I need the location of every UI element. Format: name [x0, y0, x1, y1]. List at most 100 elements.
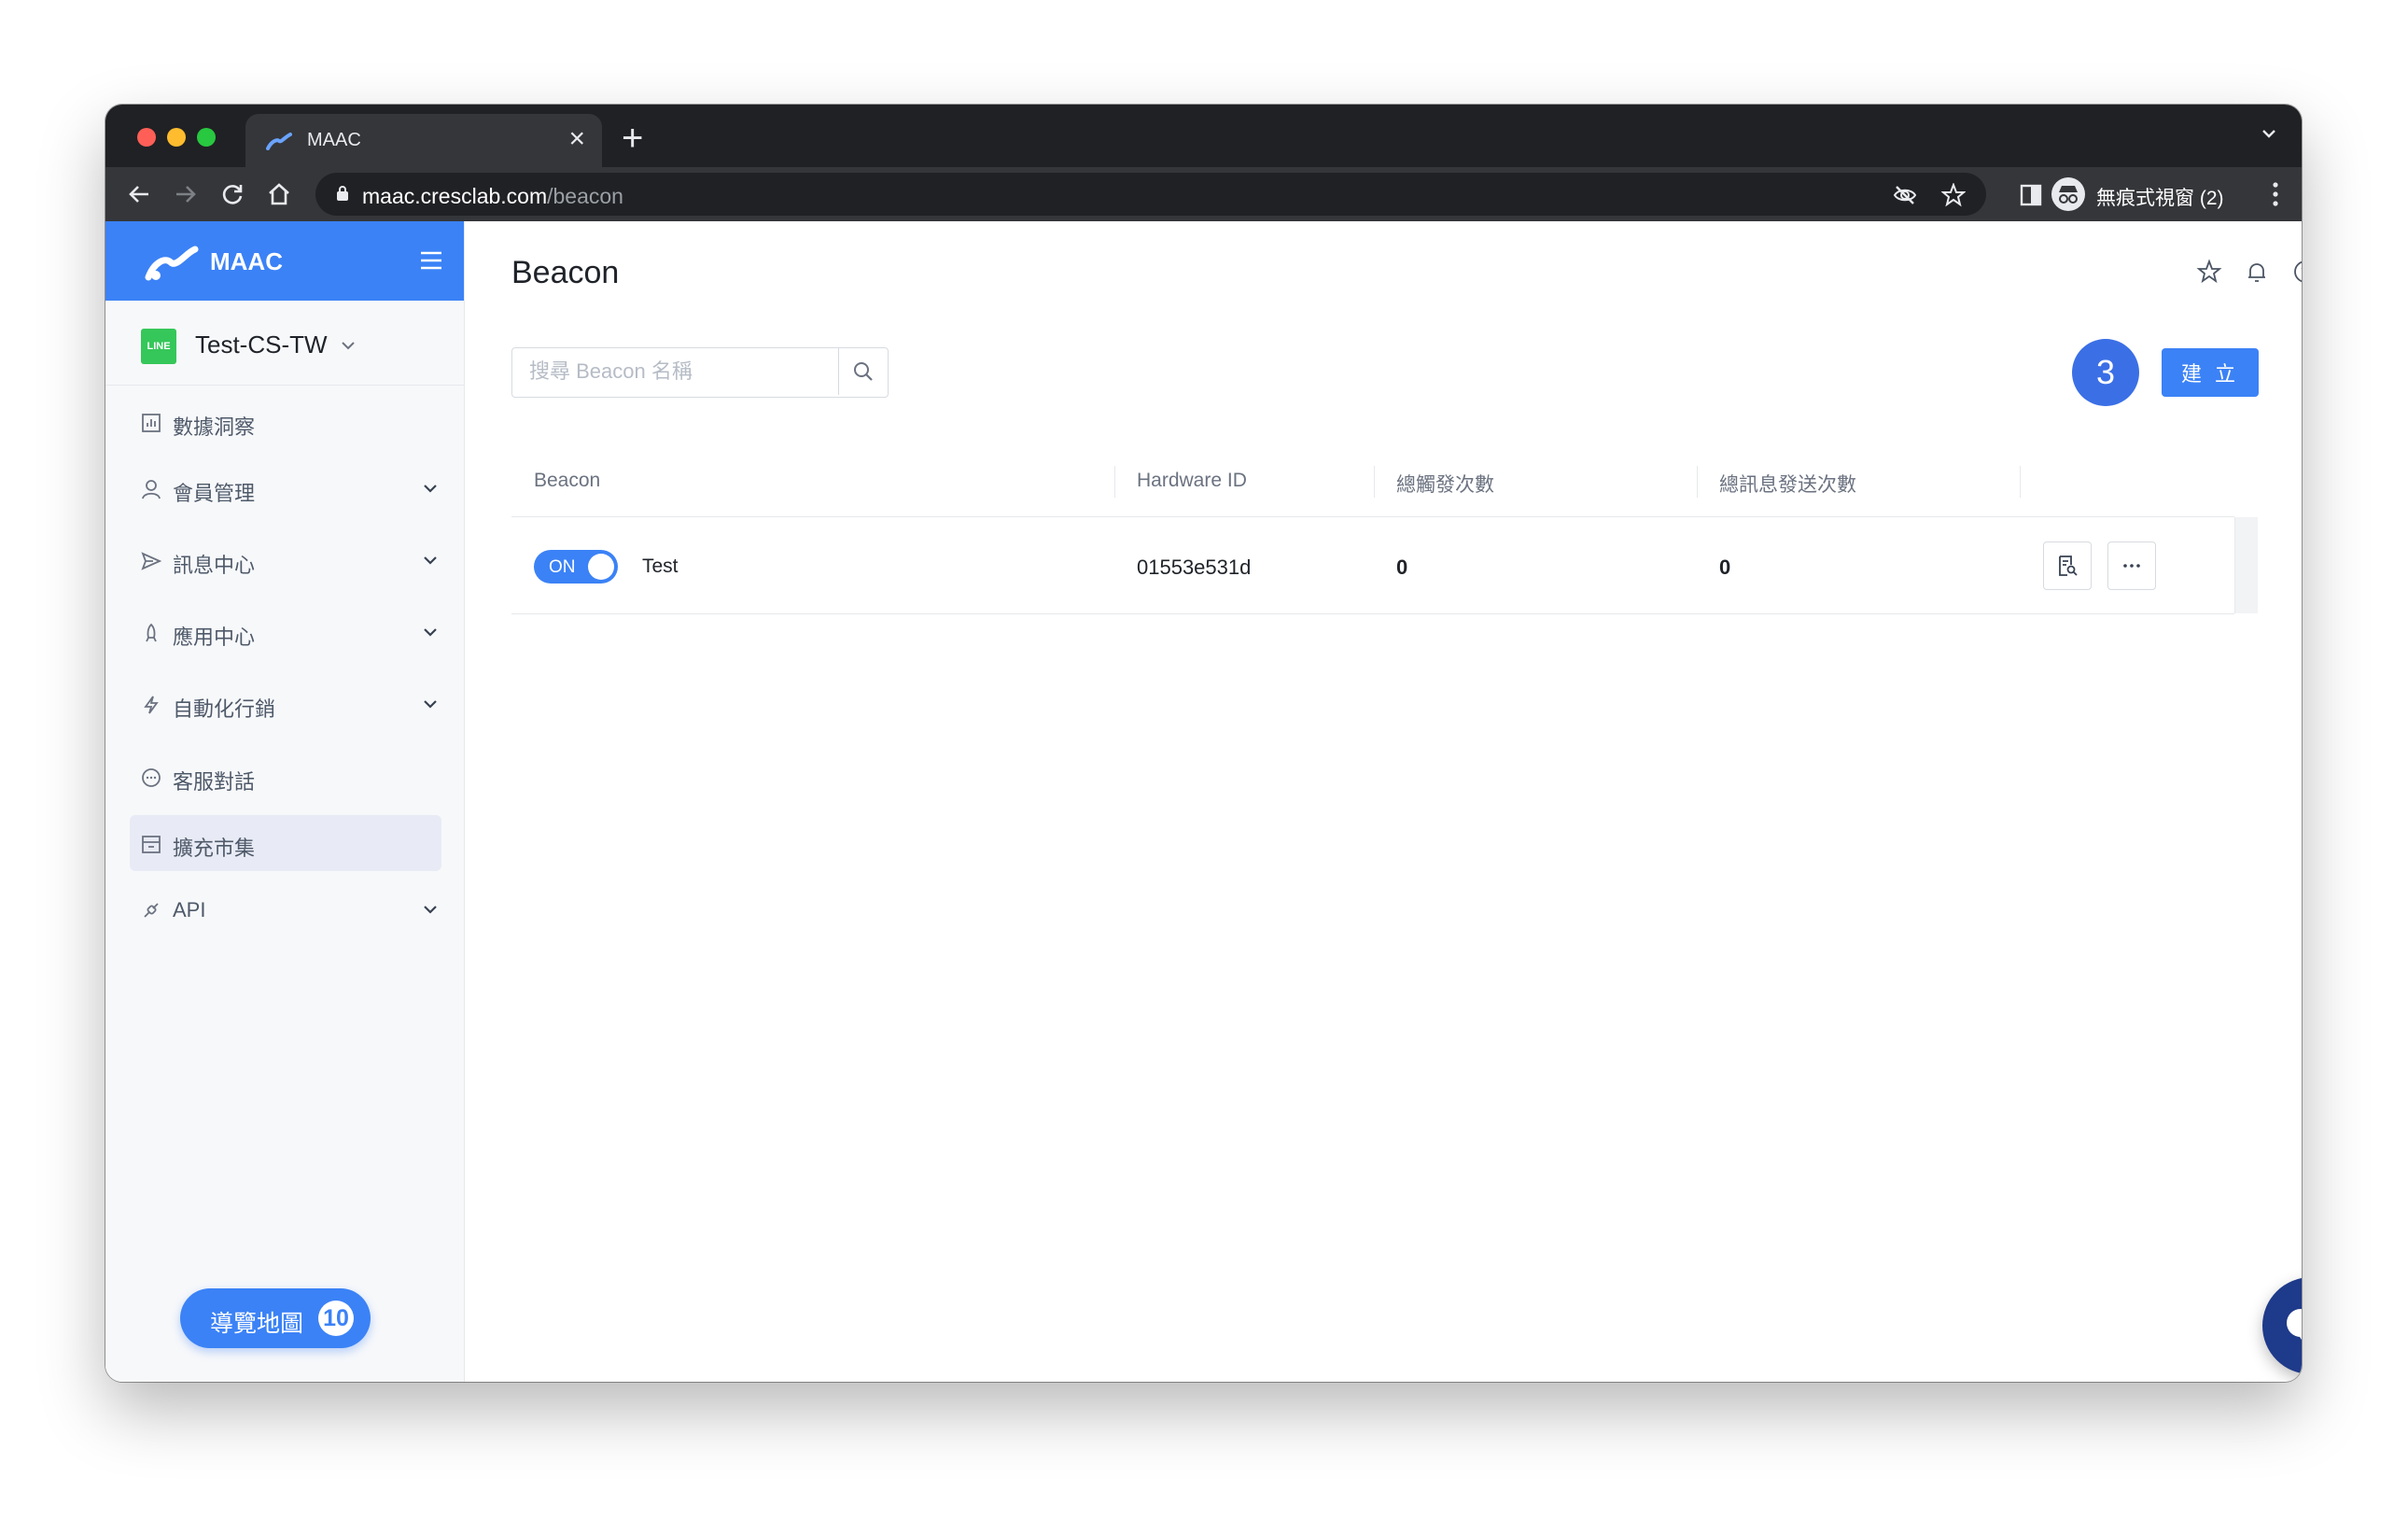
send-icon [141, 552, 161, 570]
account-name: Test-CS-TW [195, 331, 328, 359]
beacon-status-toggle[interactable]: ON [534, 550, 618, 584]
chat-widget-button[interactable] [2262, 1277, 2302, 1374]
column-divider [1374, 466, 1375, 498]
column-header: 總訊息發送次數 [1719, 474, 1856, 496]
sidebar-item-members[interactable]: 會員管理 [130, 460, 441, 516]
tour-map-label: 導覽地圖 [210, 1311, 304, 1337]
create-button[interactable]: 建 立 [2162, 348, 2259, 397]
more-actions-button[interactable] [2107, 541, 2156, 590]
chevron-down-icon [424, 700, 437, 709]
browser-toolbar: maac.cresclab.com/beacon 無痕式視窗 (2) [105, 167, 2302, 221]
close-window-button[interactable] [137, 128, 156, 147]
beacon-name: Test [642, 556, 679, 577]
tab-search-chevron-icon[interactable] [2259, 123, 2279, 144]
table-header: Beacon Hardware ID 總觸發次數 總訊息發送次數 [511, 445, 2234, 517]
sidebar-item-label: 應用中心 [173, 626, 256, 649]
chevron-down-icon [424, 906, 437, 914]
sidebar-item-label: 訊息中心 [173, 554, 256, 577]
view-report-button[interactable] [2043, 541, 2092, 590]
sidebar-item-label: API [173, 898, 206, 921]
side-panel-icon[interactable] [2019, 183, 2043, 207]
bookmark-star-icon[interactable] [1941, 183, 1966, 207]
bell-icon[interactable] [2244, 259, 2270, 285]
sidebar-item-label: 擴充市集 [173, 837, 256, 860]
chevron-down-icon [424, 556, 437, 565]
help-icon[interactable] [2292, 259, 2302, 285]
tour-map-button[interactable]: 導覽地圖 10 [180, 1288, 371, 1348]
back-arrow-icon[interactable] [124, 179, 154, 209]
brand-name: MAAC [210, 247, 283, 275]
store-icon [142, 836, 161, 853]
hamburger-menu-icon[interactable] [419, 249, 443, 272]
search-input[interactable] [512, 348, 837, 395]
lightning-icon [144, 696, 159, 714]
search-button[interactable] [838, 348, 888, 395]
tab-close-icon[interactable]: × [568, 125, 585, 153]
chart-icon [142, 414, 161, 432]
account-switcher[interactable]: LINE Test-CS-TW [105, 301, 464, 386]
home-icon[interactable] [264, 179, 294, 209]
incognito-icon [2051, 177, 2085, 211]
maac-logo-icon [145, 246, 199, 281]
browser-titlebar: MAAC × + [105, 105, 2302, 167]
column-header: Beacon [534, 470, 601, 491]
sidebar-item-label: 會員管理 [173, 482, 256, 505]
eye-off-icon[interactable] [1893, 183, 1917, 207]
column-header: 總觸發次數 [1396, 474, 1494, 496]
chat-bubble-tail [2296, 1331, 2302, 1343]
chevron-down-icon [342, 342, 355, 350]
table-scrollbar[interactable] [2234, 517, 2258, 613]
incognito-label: 無痕式視窗 (2) [2096, 188, 2224, 209]
api-icon [144, 903, 159, 918]
column-divider [2020, 466, 2021, 498]
brand-bar: MAAC [105, 221, 464, 301]
table-row: ON Test 01553e531d 0 0 [511, 517, 2234, 614]
user-icon [142, 480, 161, 499]
browser-tab[interactable]: MAAC × [245, 114, 602, 167]
url-path: /beacon [547, 184, 623, 208]
more-horizontal-icon [2123, 564, 2140, 568]
sidebar-item-label: 客服對話 [173, 770, 256, 794]
incognito-profile-button[interactable]: 無痕式視窗 (2) [2051, 176, 2238, 213]
maac-favicon-icon [266, 133, 292, 150]
browser-window: MAAC × + maac.cresclab.com/beacon 無痕式視窗 … [105, 105, 2302, 1382]
maximize-window-button[interactable] [197, 128, 216, 147]
new-tab-button[interactable]: + [622, 120, 643, 157]
sidebar: MAAC LINE Test-CS-TW 數據洞察 會員管理 訊息中心 應用中心… [105, 221, 465, 1382]
total-triggers: 0 [1396, 556, 1408, 579]
sidebar-item-chat[interactable]: 客服對話 [130, 749, 441, 805]
sidebar-item-label: 數據洞察 [173, 415, 256, 439]
chat-icon [142, 768, 161, 787]
chevron-down-icon [424, 485, 437, 493]
sidebar-item-api[interactable]: API [130, 881, 441, 937]
toggle-label: ON [549, 557, 576, 577]
address-bar[interactable]: maac.cresclab.com/beacon [315, 173, 1986, 216]
star-icon[interactable] [2196, 259, 2222, 285]
sidebar-item-label: 自動化行銷 [173, 697, 276, 721]
reload-icon[interactable] [217, 179, 247, 209]
rocket-icon [146, 623, 157, 642]
app-page: MAAC LINE Test-CS-TW 數據洞察 會員管理 訊息中心 應用中心… [105, 221, 2302, 1382]
sidebar-item-apps[interactable]: 應用中心 [130, 604, 441, 660]
sidebar-item-automation[interactable]: 自動化行銷 [130, 676, 441, 732]
forward-arrow-icon[interactable] [171, 179, 201, 209]
search-icon [854, 362, 873, 381]
url-text: maac.cresclab.com/beacon [362, 184, 623, 209]
lock-icon [337, 186, 348, 201]
chevron-down-icon [424, 628, 437, 637]
sidebar-item-insights[interactable]: 數據洞察 [130, 394, 441, 450]
tour-count-badge: 10 [318, 1301, 354, 1336]
beacon-search [511, 347, 889, 398]
main-content: Beacon 搜尋 Beacon 名稱 3 建 立 Beacon Hardwar… [465, 221, 2302, 1382]
browser-menu-icon[interactable] [2272, 180, 2279, 208]
minimize-window-button[interactable] [167, 128, 186, 147]
step-badge: 3 [2072, 339, 2139, 406]
sidebar-item-marketplace[interactable]: 擴充市集 [130, 815, 441, 871]
column-divider [1697, 466, 1698, 498]
column-divider [1114, 466, 1115, 498]
column-header: Hardware ID [1137, 470, 1247, 491]
tab-title: MAAC [307, 130, 361, 150]
page-title: Beacon [511, 255, 620, 290]
report-search-icon [2059, 556, 2078, 576]
sidebar-item-messages[interactable]: 訊息中心 [130, 532, 441, 588]
